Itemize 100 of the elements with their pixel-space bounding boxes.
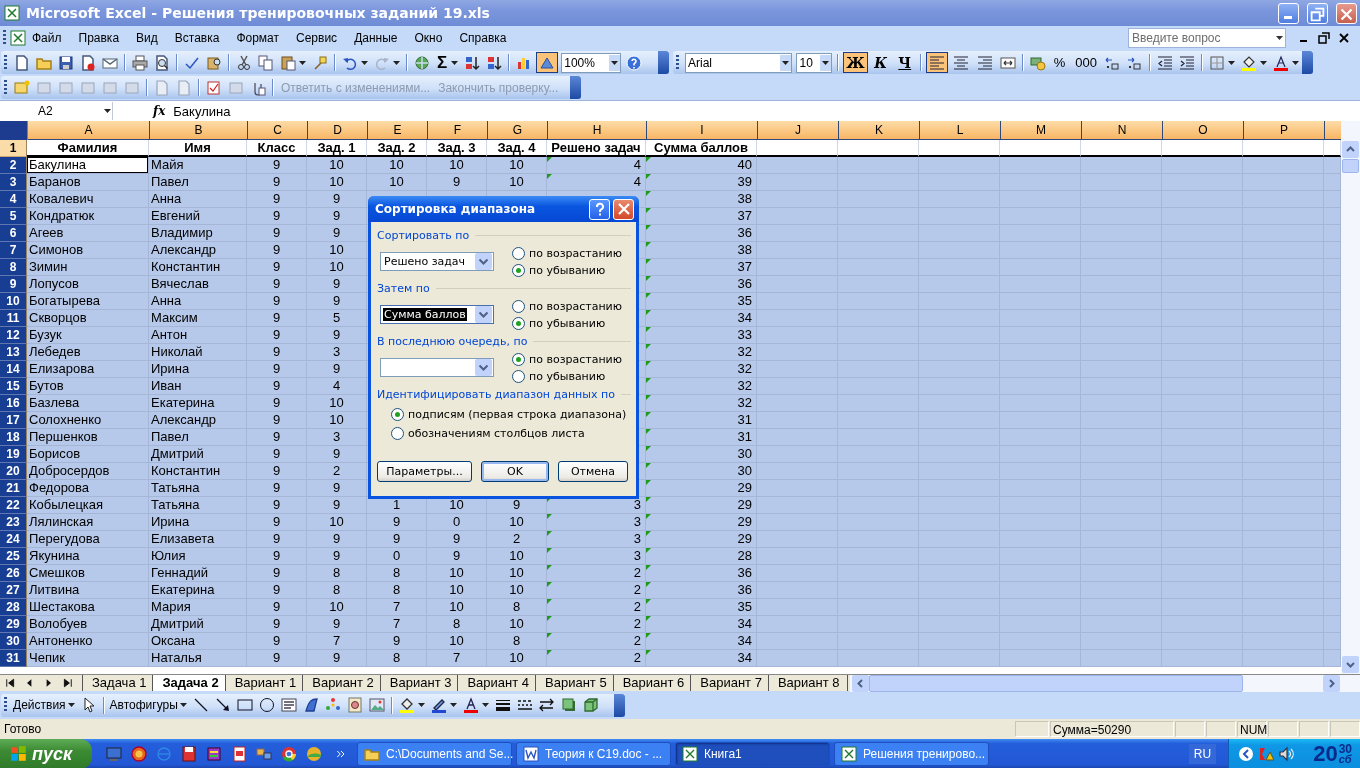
- column-header[interactable]: A: [28, 121, 150, 140]
- row-header[interactable]: 20: [0, 463, 27, 480]
- column-header[interactable]: P: [1244, 121, 1325, 140]
- taskbar-button[interactable]: C:\Documents and Se...: [357, 742, 512, 766]
- column-header[interactable]: I: [647, 121, 758, 140]
- line-color-icon[interactable]: [430, 697, 447, 713]
- network-icon[interactable]: [256, 746, 272, 762]
- text-box-icon[interactable]: [280, 697, 297, 713]
- oval-icon[interactable]: [258, 697, 275, 713]
- menu-item[interactable]: Вид: [130, 29, 164, 47]
- font-size-dropdown[interactable]: 10: [796, 52, 833, 73]
- close-button[interactable]: [613, 198, 634, 220]
- caret-icon[interactable]: [609, 54, 621, 71]
- radio-button[interactable]: [512, 370, 525, 383]
- permission-icon[interactable]: [80, 54, 96, 71]
- font-style-button[interactable]: К: [869, 52, 892, 73]
- dialog-button[interactable]: Отмена: [558, 461, 628, 482]
- wordart-icon[interactable]: [302, 697, 319, 713]
- menu-item[interactable]: Правка: [72, 29, 126, 47]
- row-header[interactable]: 27: [0, 582, 27, 599]
- close-button[interactable]: [1336, 2, 1357, 24]
- outdent-icon[interactable]: [1157, 54, 1173, 71]
- row-header[interactable]: 9: [0, 276, 27, 293]
- merge-cells-icon[interactable]: [999, 54, 1016, 71]
- row-header[interactable]: 8: [0, 259, 27, 276]
- line-style-icon[interactable]: [494, 697, 511, 713]
- menu-item[interactable]: Справка: [453, 29, 513, 47]
- row-header[interactable]: 21: [0, 480, 27, 497]
- menu-item[interactable]: Окно: [408, 29, 449, 47]
- column-header[interactable]: L: [920, 121, 1001, 140]
- help-icon[interactable]: [626, 54, 643, 71]
- align-button[interactable]: [925, 52, 948, 73]
- actions-menu-button[interactable]: Действия: [11, 698, 68, 712]
- taskbar-button[interactable]: Теория к С19.doc - ...: [516, 742, 671, 766]
- menu-item[interactable]: Файл: [26, 29, 68, 47]
- menu-item[interactable]: Формат: [230, 29, 286, 47]
- copy-icon[interactable]: [258, 54, 274, 71]
- row-header[interactable]: 7: [0, 242, 27, 259]
- shadow-icon[interactable]: [560, 697, 577, 713]
- column-header[interactable]: M: [1001, 121, 1082, 140]
- radio-button[interactable]: [512, 264, 525, 277]
- row-header[interactable]: 5: [0, 208, 27, 225]
- vertical-scrollbar[interactable]: [1341, 121, 1360, 674]
- column-header[interactable]: K: [839, 121, 920, 140]
- save-icon[interactable]: [58, 54, 74, 71]
- toolbar-options-icon[interactable]: [614, 693, 625, 717]
- sort-descending-icon[interactable]: [486, 54, 503, 71]
- row-header[interactable]: 12: [0, 327, 27, 344]
- radio-button[interactable]: [391, 408, 404, 421]
- dash-style-icon[interactable]: [516, 697, 533, 713]
- row-header[interactable]: 29: [0, 616, 27, 633]
- antivirus-icon[interactable]: [1258, 746, 1275, 762]
- last-sheet-icon[interactable]: [61, 678, 74, 688]
- picture-icon[interactable]: [368, 697, 385, 713]
- radio-button[interactable]: [512, 247, 525, 260]
- chevron-icon[interactable]: [335, 748, 347, 760]
- autosum-button[interactable]: Σ: [433, 52, 452, 73]
- column-header[interactable]: E: [368, 121, 428, 140]
- rectangle-icon[interactable]: [236, 697, 253, 713]
- taskbar-button[interactable]: Решения тренирово...: [834, 742, 989, 766]
- sheet-tab[interactable]: Задача 2: [152, 675, 227, 691]
- help-button[interactable]: [589, 198, 610, 220]
- 3d-icon[interactable]: [582, 697, 599, 713]
- menu-item[interactable]: Вставка: [168, 29, 226, 47]
- speaker-icon[interactable]: [1278, 746, 1295, 762]
- column-header[interactable]: C: [248, 121, 308, 140]
- radio-button[interactable]: [512, 300, 525, 313]
- radio-option[interactable]: по убыванию: [512, 317, 622, 330]
- help-search-field[interactable]: Введите вопрос: [1128, 28, 1286, 48]
- scroll-thumb[interactable]: [1342, 159, 1359, 173]
- insert-function-button[interactable]: fx: [153, 104, 166, 118]
- column-header[interactable]: J: [758, 121, 839, 140]
- radio-option[interactable]: обозначениям столбцов листа: [391, 427, 631, 440]
- first-sheet-icon[interactable]: [4, 678, 17, 688]
- row-header[interactable]: 1: [0, 140, 27, 157]
- dialog-button[interactable]: Параметры...: [377, 461, 472, 482]
- row-header[interactable]: 15: [0, 378, 27, 395]
- scroll-down-icon[interactable]: [1342, 656, 1359, 673]
- row-header[interactable]: 18: [0, 429, 27, 446]
- sort-key-dropdown[interactable]: [380, 358, 494, 377]
- row-header[interactable]: 30: [0, 633, 27, 650]
- floppy-icon[interactable]: [181, 746, 197, 762]
- row-header[interactable]: 6: [0, 225, 27, 242]
- font-style-button[interactable]: Ж: [843, 52, 868, 73]
- indent-icon[interactable]: [1179, 54, 1195, 71]
- caret-icon[interactable]: [820, 54, 832, 71]
- sheet-tab[interactable]: Вариант 8: [767, 675, 848, 691]
- percent-button[interactable]: %: [1048, 52, 1071, 73]
- font-style-button[interactable]: Ч: [893, 52, 916, 73]
- radio-option[interactable]: по возрастанию: [512, 247, 622, 260]
- diagram-icon[interactable]: [324, 697, 341, 713]
- clip-art-icon[interactable]: [346, 697, 363, 713]
- row-header[interactable]: 13: [0, 344, 27, 361]
- column-header[interactable]: G: [488, 121, 548, 140]
- radio-option[interactable]: по убыванию: [512, 264, 622, 277]
- show-hidden-icons-icon[interactable]: [1238, 746, 1255, 762]
- row-header[interactable]: 25: [0, 548, 27, 565]
- document-icon[interactable]: [10, 30, 26, 46]
- research-icon[interactable]: [206, 54, 222, 71]
- restore-icon[interactable]: [1318, 32, 1330, 44]
